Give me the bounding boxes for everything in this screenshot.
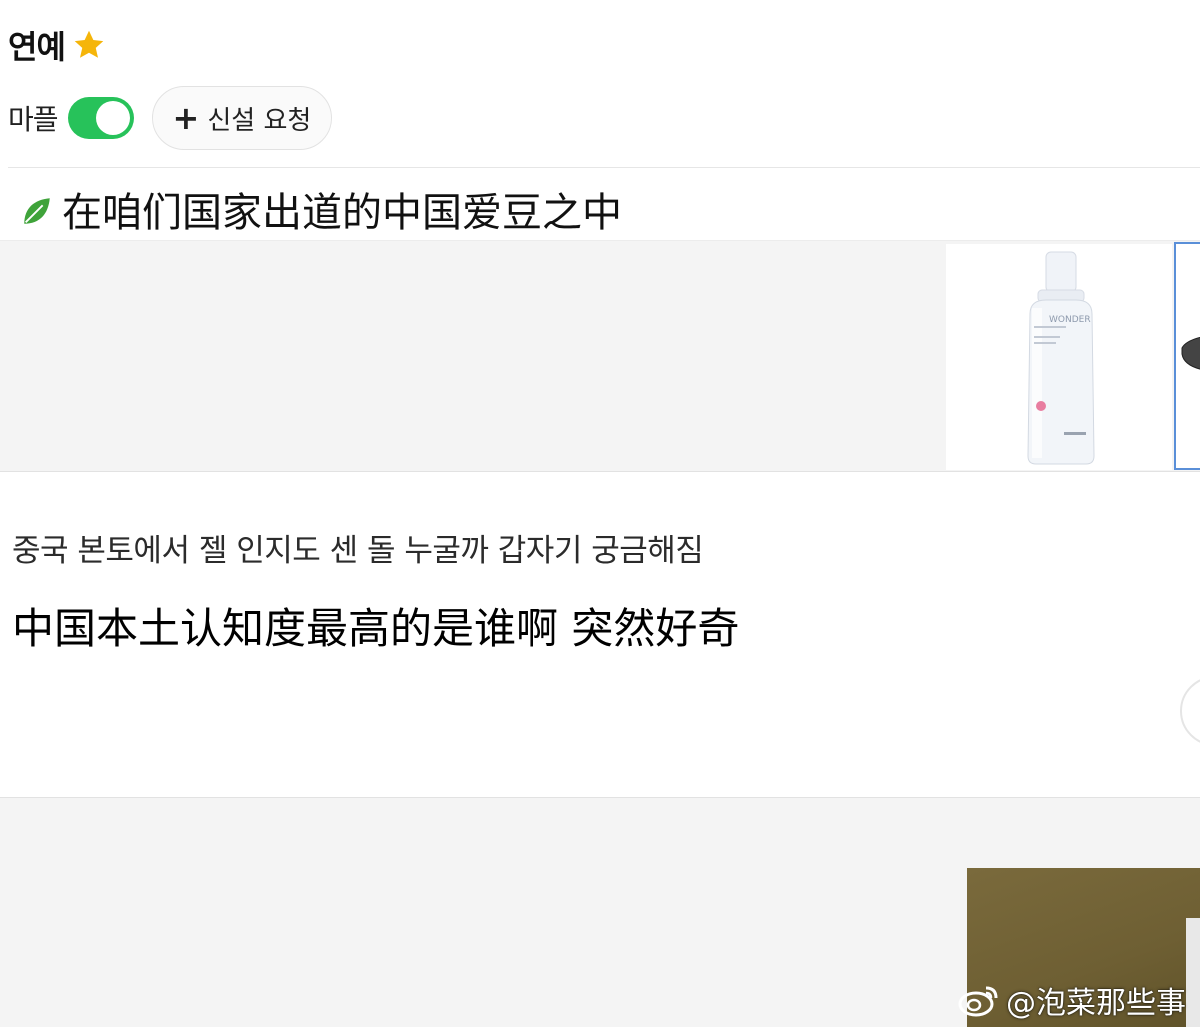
category-title: 연예 [8,22,107,68]
leaf-icon [20,192,54,226]
bottle-brand: WONDER [1049,315,1091,325]
banner-text: 在咱们国家出道的中国爱豆之中 [62,190,622,236]
toner-bottle-image: WONDER [1027,251,1095,465]
floating-button[interactable] [1180,676,1200,746]
watermark-text: @泡菜那些事 [1006,986,1186,1021]
watermark: @泡菜那些事 [958,978,1186,1022]
divider [8,167,1200,168]
plus-icon: + [172,99,200,137]
product-card-partial[interactable] [1174,242,1200,470]
ad-area[interactable]: WONDER [0,240,1200,472]
category-title-text: 연예 [8,28,66,66]
post-text-chinese: 中国本土认知度最高的是谁啊 突然好奇 [12,604,740,653]
product-card[interactable]: WONDER [946,244,1172,470]
new-board-label: 신설 요청 [207,105,312,136]
banner: 在咱们国家出道的中国爱豆之中 [20,180,622,238]
mapl-toggle[interactable] [67,97,134,139]
controls-row: 마플 + 신설 요청 [8,86,333,150]
post-text-korean: 중국 본토에서 젤 인지도 센 돌 누굴까 갑자기 궁금해짐 [12,533,704,569]
toggle-knob [95,101,130,135]
partial-product-image [1181,336,1200,370]
mapl-label: 마플 [8,103,59,136]
new-board-request-button[interactable]: + 신설 요청 [151,86,333,150]
ad-photo-edge [1186,918,1200,1027]
star-icon[interactable] [71,27,107,63]
weibo-icon [958,982,1000,1018]
page: 연예 마플 + 신설 요청 在咱们国家出道的中国爱豆之中 WONDER 중국 본… [0,0,1200,1027]
